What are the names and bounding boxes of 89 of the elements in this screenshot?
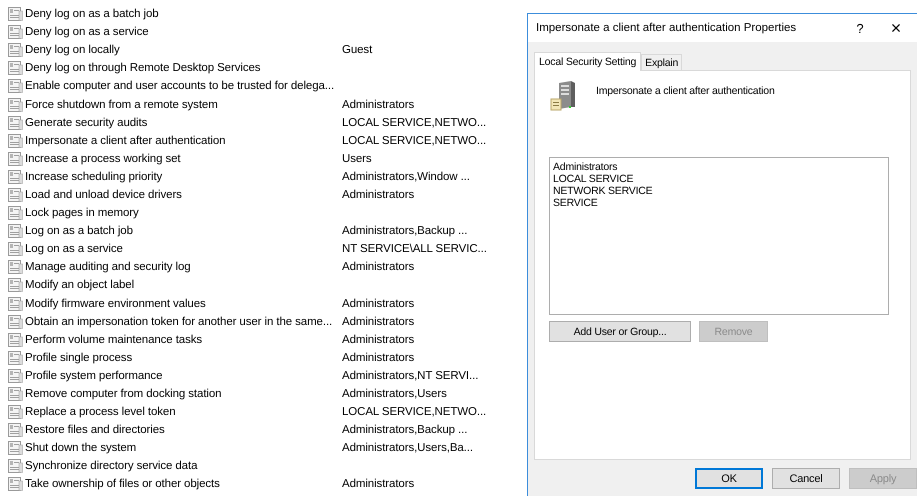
policy-icon [8,98,23,112]
policy-name[interactable]: Shut down the system [25,442,342,454]
policy-icon [8,25,23,40]
policy-icon [8,61,23,76]
policy-name[interactable]: Increase a process working set [25,152,342,165]
security-setting: LOCAL SERVICE,NETWO... [342,134,486,147]
policy-name[interactable]: Manage auditing and security log [25,261,342,274]
policy-name[interactable]: Replace a process level token [25,406,342,418]
member-item[interactable]: NETWORK SERVICE [553,185,885,197]
security-setting: Administrators [342,316,414,328]
policy-icon [8,405,23,420]
policy-icon [8,332,23,347]
security-setting: Administrators,Users [342,388,447,400]
policy-name[interactable]: Take ownership of files or other objects [25,478,342,490]
policy-heading: Impersonate a client after authentication [596,85,775,97]
close-button[interactable]: × [881,16,911,40]
security-setting: NT SERVICE\ALL SERVIC... [342,243,487,256]
policy-icon [8,7,23,22]
policy-icon [8,350,23,365]
policy-name[interactable]: Deny log on as a batch job [25,8,342,20]
policy-icon [8,459,23,474]
security-setting: Administrators,Users,Ba... [342,442,473,454]
policy-icon [8,368,23,383]
tab[interactable]: Local Security Setting [534,52,642,71]
security-setting: Administrators [342,352,414,364]
policy-icon [8,314,23,329]
security-setting: LOCAL SERVICE,NETWO... [342,116,486,129]
policy-name[interactable]: Generate security audits [25,116,342,129]
policy-name[interactable]: Log on as a batch job [25,225,342,238]
policy-icon [8,224,23,238]
policy-icon [8,206,23,220]
policy-icon [8,477,23,492]
dialog-button[interactable]: OK [695,468,763,489]
member-item[interactable]: SERVICE [553,197,885,209]
security-setting: Users [342,152,372,165]
add-user-button[interactable]: Add User or Group... [549,321,691,342]
policy-name[interactable]: Lock pages in memory [25,207,342,220]
policy-name[interactable]: Profile system performance [25,370,342,382]
policy-name[interactable]: Modify an object label [25,279,342,292]
policy-icon [8,188,23,202]
policy-name[interactable]: Synchronize directory service data [25,460,342,472]
policy-name[interactable]: Remove computer from docking station [25,388,342,400]
policy-icon [8,278,23,292]
security-setting: Administrators [342,334,414,346]
policy-icon [8,423,23,438]
policy-name[interactable]: Increase scheduling priority [25,170,342,183]
security-setting: Administrators [342,298,414,310]
policy-icon [8,170,23,184]
policy-name[interactable]: Log on as a service [25,243,342,256]
policy-icon [8,242,23,256]
policy-icon [8,152,23,166]
policy-name[interactable]: Profile single process [25,352,342,364]
policy-icon [8,296,23,311]
help-button[interactable]: ? [845,16,875,40]
window-title: Impersonate a client after authentication Properties [536,22,798,34]
member-item[interactable]: Administrators [553,161,885,173]
security-setting: Administrators [342,261,414,274]
policy-name[interactable]: Enable computer and user accounts to be trusted for delega... [25,80,342,92]
policy-icon [8,116,23,130]
security-setting: Guest [342,44,372,56]
security-setting: Administrators [342,98,414,111]
policy-icon [8,134,23,148]
policy-name[interactable]: Deny log on locally [25,44,342,56]
security-setting: Administrators,Backup ... [342,225,468,238]
security-setting: Administrators [342,478,414,490]
member-item[interactable]: LOCAL SERVICE [553,173,885,185]
policy-name[interactable]: Modify firmware environment values [25,298,342,310]
security-setting: LOCAL SERVICE,NETWO... [342,406,486,418]
policy-icon [8,387,23,402]
server-icon [549,81,577,111]
policy-icon [8,441,23,456]
policy-name[interactable]: Restore files and directories [25,424,342,436]
dialog-button[interactable]: Cancel [772,468,840,489]
security-setting: Administrators,NT SERVI... [342,370,478,382]
policy-icon [8,79,23,94]
members-list[interactable]: Administrators LOCAL SERVICE NETWORK SERVICE SERVICE [549,157,889,315]
tab[interactable]: Explain [641,54,682,70]
security-setting: Administrators,Backup ... [342,424,468,436]
security-setting: Administrators [342,188,414,201]
policy-icon [8,43,23,58]
security-setting: Administrators,Window ... [342,170,470,183]
policy-name[interactable]: Deny log on through Remote Desktop Services [25,62,342,74]
policy-icon [8,260,23,274]
policy-name[interactable]: Impersonate a client after authentication [25,134,342,147]
policy-name[interactable]: Force shutdown from a remote system [25,98,342,111]
policy-name[interactable]: Obtain an impersonation token for another user in the same... [25,316,342,328]
policy-name[interactable]: Perform volume maintenance tasks [25,334,342,346]
policy-name[interactable]: Load and unload device drivers [25,188,342,201]
policy-name[interactable]: Deny log on as a service [25,26,342,38]
